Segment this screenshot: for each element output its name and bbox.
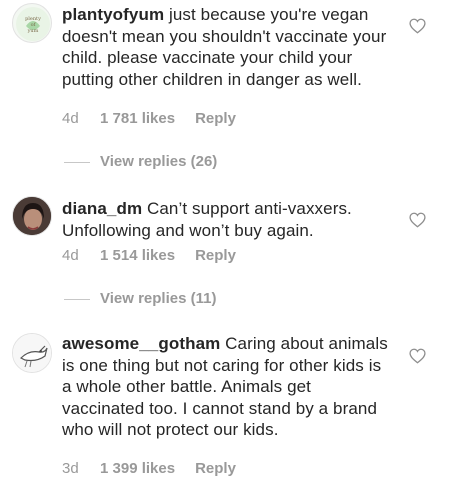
divider-line	[64, 298, 90, 300]
view-replies-label: View replies (11)	[100, 290, 217, 307]
bird-sketch-icon	[13, 334, 51, 372]
comment-username[interactable]: plantyofyum	[62, 5, 164, 24]
likes-count[interactable]: 1 781 likes	[100, 110, 175, 127]
avatar[interactable]	[12, 196, 52, 236]
heart-icon[interactable]	[409, 212, 426, 228]
likes-count[interactable]: 1 399 likes	[100, 460, 175, 477]
comment-username[interactable]: awesome__gotham	[62, 334, 220, 353]
comment-meta: 4d 1 781 likes Reply	[62, 110, 236, 127]
heart-icon[interactable]	[409, 348, 426, 364]
svg-text:yum: yum	[27, 28, 39, 34]
comment-body: awesome__gotham Caring about animals is …	[62, 333, 392, 441]
comment-body: plantyofyum just because you're vegan do…	[62, 4, 392, 90]
comment-age: 4d	[62, 110, 79, 127]
divider-line	[64, 161, 90, 163]
view-replies-label: View replies (26)	[100, 153, 218, 170]
profile-photo-icon	[13, 197, 51, 235]
plant-logo-icon: plenty of yum	[16, 7, 50, 41]
comment-username[interactable]: diana_dm	[62, 199, 142, 218]
comment-body: diana_dm Can’t support anti-vaxxers. Unf…	[62, 198, 392, 241]
avatar[interactable]: plenty of yum	[12, 3, 52, 43]
heart-icon[interactable]	[409, 18, 426, 34]
comment-age: 4d	[62, 247, 79, 264]
comment-meta: 4d 1 514 likes Reply	[62, 247, 236, 264]
comment-age: 3d	[62, 460, 79, 477]
avatar[interactable]	[12, 333, 52, 373]
reply-button[interactable]: Reply	[195, 110, 236, 127]
reply-button[interactable]: Reply	[195, 247, 236, 264]
view-replies-button[interactable]: View replies (26)	[64, 153, 217, 170]
comment-meta: 3d 1 399 likes Reply	[62, 460, 236, 477]
likes-count[interactable]: 1 514 likes	[100, 247, 175, 264]
reply-button[interactable]: Reply	[195, 460, 236, 477]
view-replies-button[interactable]: View replies (11)	[64, 290, 216, 307]
